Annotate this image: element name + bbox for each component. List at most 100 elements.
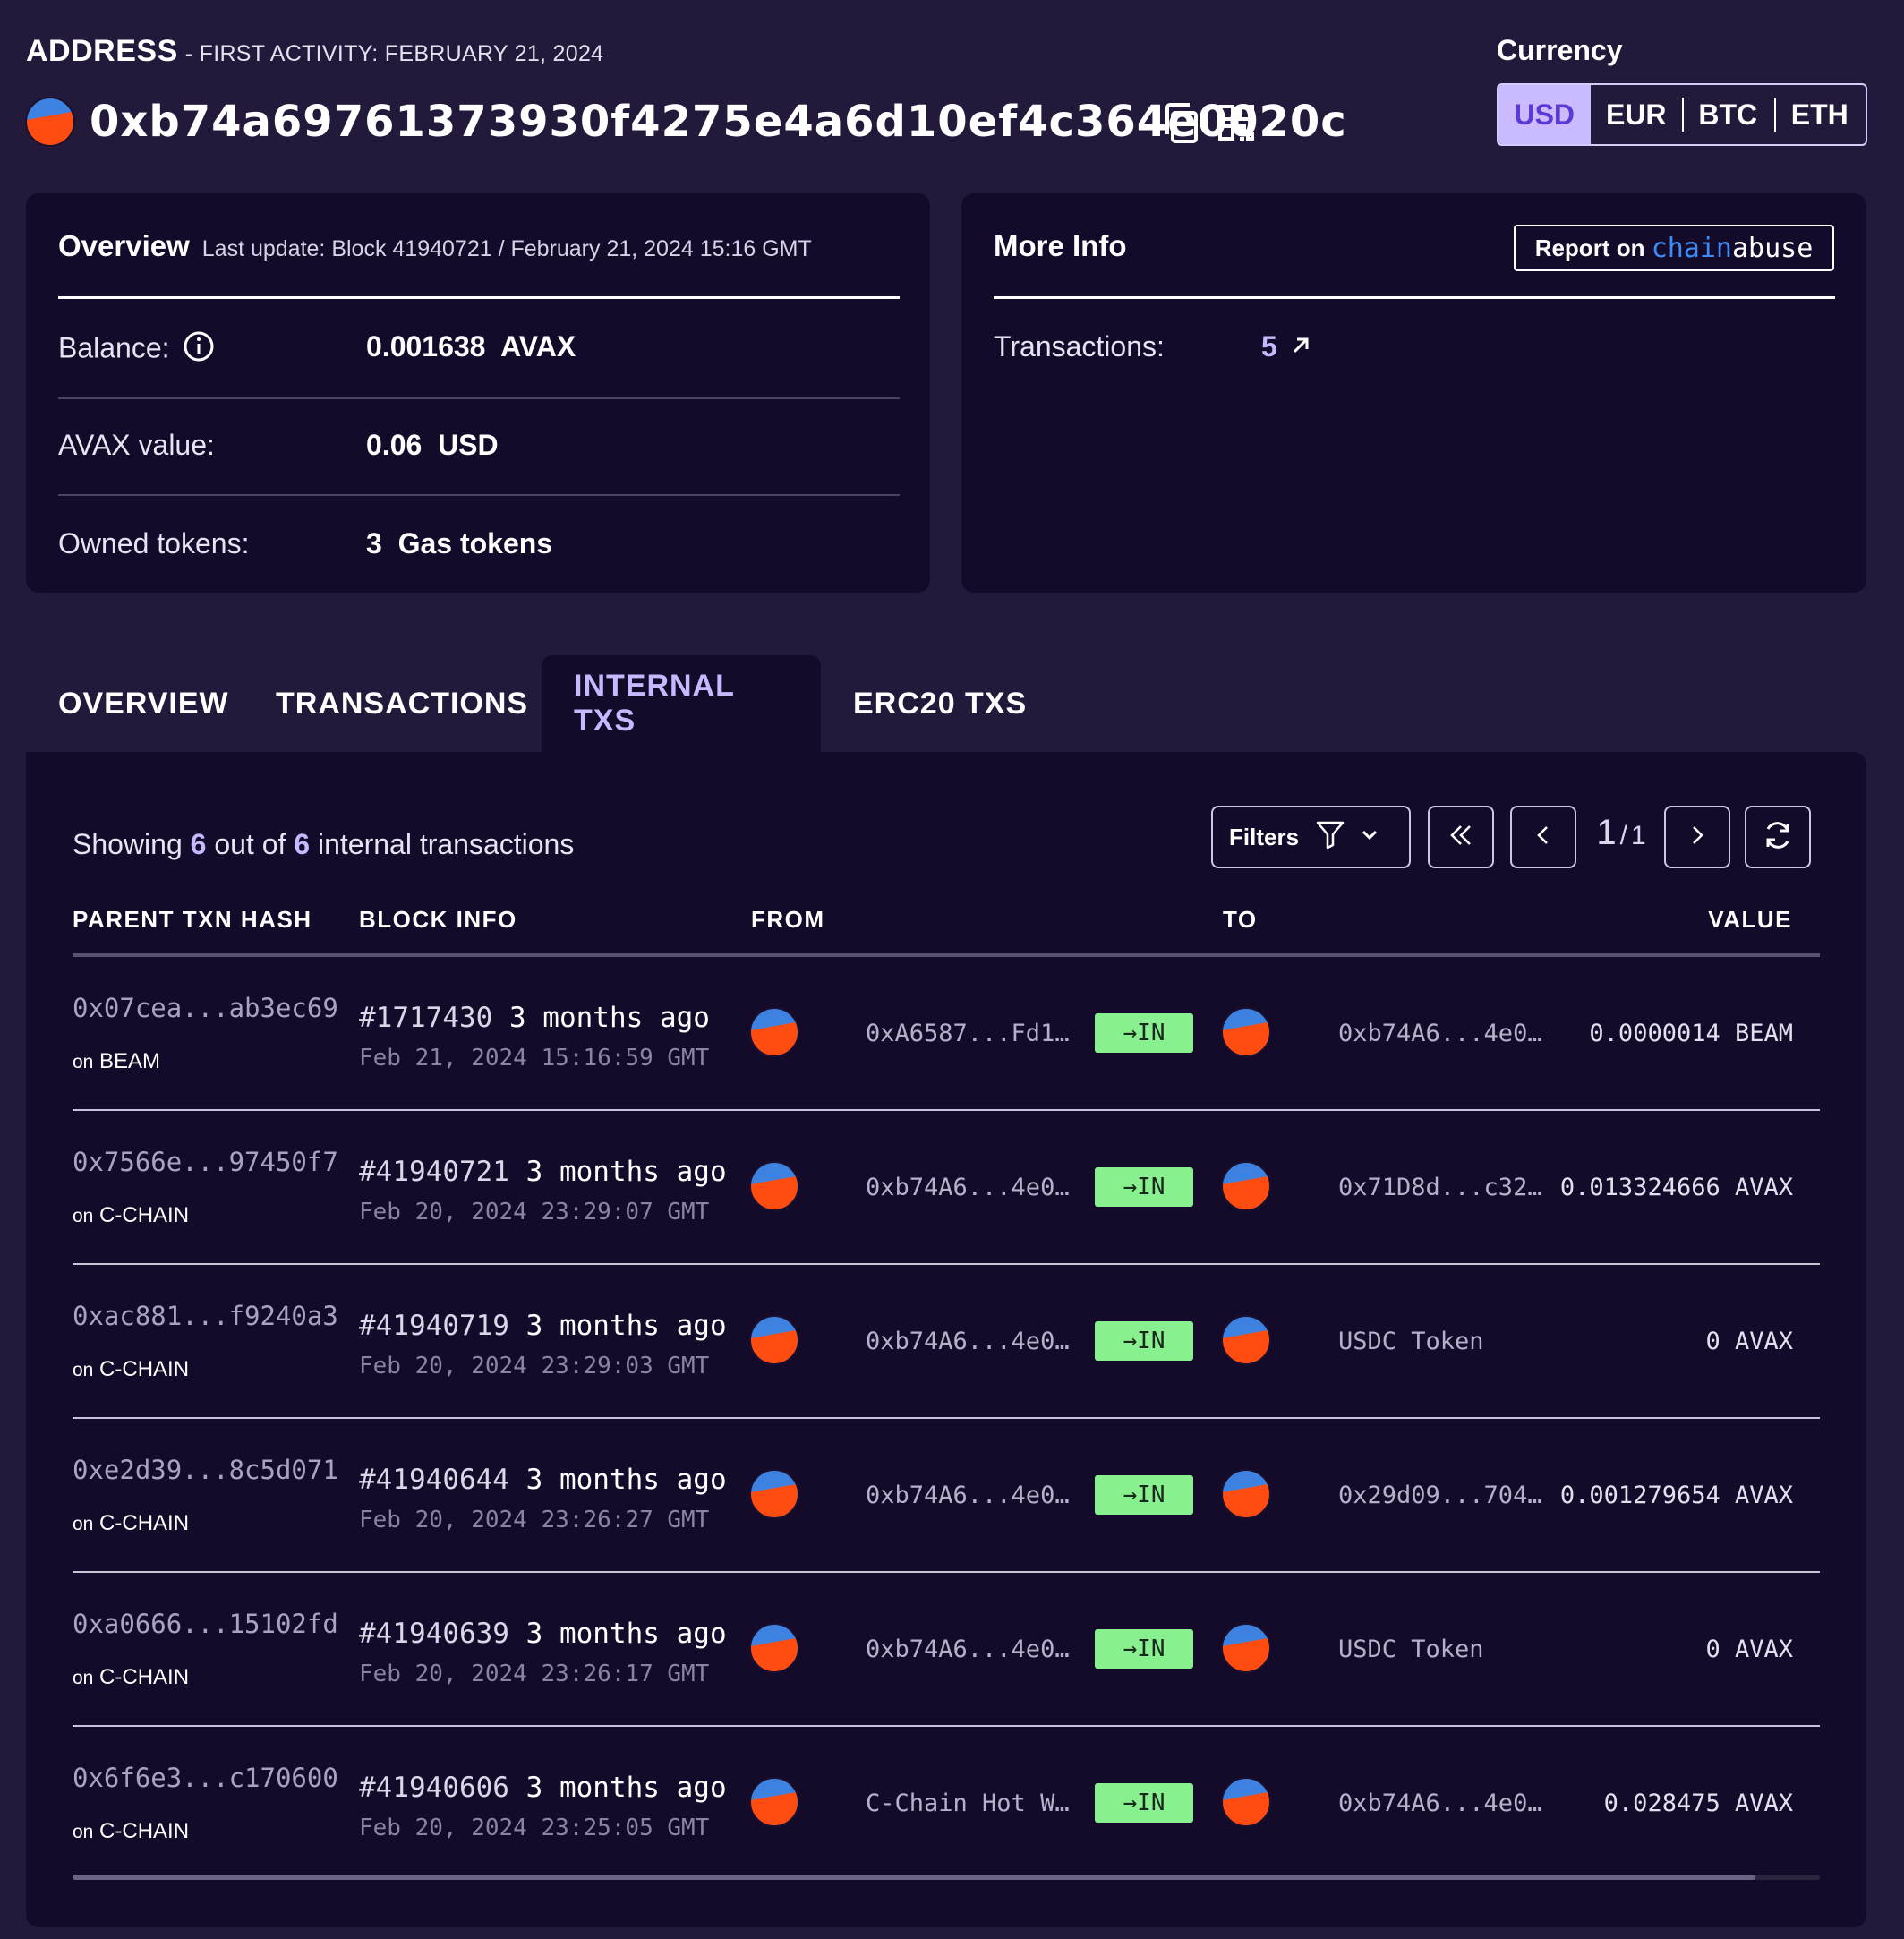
page-indicator: 1/1 bbox=[1589, 813, 1653, 853]
currency-eur-label: EUR bbox=[1605, 98, 1667, 131]
block-info: #41940639 3 months ago bbox=[359, 1618, 727, 1650]
filter-icon bbox=[1315, 819, 1345, 856]
currency-eur-button[interactable]: EUR bbox=[1591, 85, 1683, 144]
currency-selector: USD EUR BTC ETH bbox=[1497, 83, 1867, 146]
col-block-info: BLOCK INFO bbox=[359, 906, 517, 933]
to-address-link[interactable]: 0x71D8d...c32… bbox=[1338, 1174, 1542, 1201]
txn-value: 0 AVAX bbox=[1705, 1636, 1793, 1663]
block-age: 3 months ago bbox=[525, 1618, 727, 1650]
block-number-link[interactable]: #41940639 bbox=[359, 1618, 509, 1650]
to-address-link[interactable]: 0x29d09...704… bbox=[1338, 1482, 1542, 1509]
copy-icon[interactable] bbox=[1162, 102, 1201, 145]
page-current: 1 bbox=[1596, 813, 1617, 852]
chain-prefix: on bbox=[73, 1206, 94, 1226]
from-address-link[interactable]: 0xb74A6...4e0… bbox=[866, 1174, 1070, 1201]
next-page-button[interactable] bbox=[1664, 806, 1730, 868]
showing-suffix: internal transactions bbox=[317, 828, 575, 860]
chain-prefix: on bbox=[73, 1514, 94, 1534]
address-heading: ADDRESS - FIRST ACTIVITY: FEBRUARY 21, 20… bbox=[26, 34, 603, 69]
parent-txn-hash-link[interactable]: 0x7566e...97450f7 bbox=[73, 1147, 338, 1177]
report-prefix: Report on bbox=[1534, 234, 1645, 261]
transactions-link[interactable]: 5 bbox=[1261, 330, 1311, 363]
from-avatar bbox=[749, 1007, 799, 1057]
from-address-link[interactable]: 0xb74A6...4e0… bbox=[866, 1328, 1070, 1355]
overview-last-update: Last update: Block 41940721 / February 2… bbox=[201, 236, 812, 261]
to-address-link[interactable]: USDC Token bbox=[1338, 1328, 1484, 1355]
txn-value: 0.013324666 AVAX bbox=[1559, 1174, 1793, 1201]
parent-txn-hash-link[interactable]: 0xac881...f9240a3 bbox=[73, 1301, 338, 1331]
block-number-link[interactable]: #41940644 bbox=[359, 1464, 509, 1496]
from-avatar bbox=[749, 1623, 799, 1673]
col-parent-txn-hash: PARENT TXN HASH bbox=[73, 906, 312, 933]
direction-in-badge: →IN bbox=[1095, 1167, 1193, 1207]
to-address-link[interactable]: USDC Token bbox=[1338, 1636, 1484, 1663]
owned-tokens-text: Gas tokens bbox=[397, 527, 553, 559]
refresh-button[interactable] bbox=[1745, 806, 1811, 868]
block-age: 3 months ago bbox=[525, 1156, 727, 1188]
scrollbar-thumb[interactable] bbox=[73, 1875, 1755, 1880]
parent-txn-hash-link[interactable]: 0x6f6e3...c170600 bbox=[73, 1763, 338, 1793]
balance-value: 0.001638 AVAX bbox=[366, 330, 576, 363]
tab-transactions[interactable]: TRANSACTIONS bbox=[243, 655, 560, 752]
currency-eth-button[interactable]: ETH bbox=[1773, 85, 1866, 144]
block-number-link[interactable]: #41940606 bbox=[359, 1772, 509, 1804]
chain-label: on C-CHAIN bbox=[73, 1819, 189, 1844]
chain-name: BEAM bbox=[99, 1049, 161, 1073]
block-number-link[interactable]: #1717430 bbox=[359, 1002, 492, 1034]
balance-label-row: Balance: bbox=[58, 330, 215, 370]
parent-txn-hash-link[interactable]: 0x07cea...ab3ec69 bbox=[73, 993, 338, 1023]
info-icon[interactable] bbox=[183, 330, 215, 370]
avax-value: 0.06 USD bbox=[366, 429, 499, 461]
table-row: 0x6f6e3...c170600 on C-CHAIN #41940606 3… bbox=[73, 1727, 1820, 1881]
direction-in-badge: →IN bbox=[1095, 1013, 1193, 1053]
from-address-link[interactable]: 0xA6587...Fd1… bbox=[866, 1020, 1070, 1047]
tab-erc20-txs[interactable]: ERC20 TXS bbox=[821, 655, 1059, 752]
qr-code-icon[interactable] bbox=[1217, 104, 1255, 141]
block-info: #41940644 3 months ago bbox=[359, 1464, 727, 1496]
owned-tokens-link[interactable]: 3 Gas tokens bbox=[366, 527, 552, 560]
txn-value: 0 AVAX bbox=[1705, 1328, 1793, 1355]
to-avatar bbox=[1221, 1315, 1271, 1365]
block-date: Feb 20, 2024 23:29:03 GMT bbox=[359, 1353, 710, 1380]
horizontal-scrollbar[interactable] bbox=[73, 1875, 1820, 1880]
currency-btc-button[interactable]: BTC bbox=[1682, 85, 1774, 144]
double-chevron-left-icon bbox=[1447, 821, 1475, 854]
from-address-link[interactable]: C-Chain Hot W… bbox=[866, 1790, 1070, 1817]
tab-internal-txs[interactable]: INTERNAL TXS bbox=[542, 655, 821, 752]
currency-usd-button[interactable]: USD bbox=[1498, 85, 1591, 144]
overview-title: Overview bbox=[58, 229, 190, 262]
block-age: 3 months ago bbox=[525, 1310, 727, 1342]
to-address-link[interactable]: 0xb74A6...4e0… bbox=[1338, 1020, 1542, 1047]
filters-button[interactable]: Filters bbox=[1211, 806, 1411, 868]
more-info-divider bbox=[994, 296, 1835, 299]
from-address-link[interactable]: 0xb74A6...4e0… bbox=[866, 1636, 1070, 1663]
from-address-link[interactable]: 0xb74A6...4e0… bbox=[866, 1482, 1070, 1509]
report-chainabuse-button[interactable]: Report on chain abuse bbox=[1514, 225, 1834, 271]
more-info-title: More Info bbox=[994, 229, 1127, 262]
block-number-link[interactable]: #41940719 bbox=[359, 1310, 509, 1342]
transactions-label: Transactions: bbox=[994, 330, 1165, 363]
tab-overview[interactable]: OVERVIEW bbox=[26, 655, 261, 752]
col-value: VALUE bbox=[1708, 906, 1792, 933]
block-info: #41940719 3 months ago bbox=[359, 1310, 727, 1342]
chain-label: on C-CHAIN bbox=[73, 1203, 189, 1228]
currency-btc-label: BTC bbox=[1698, 98, 1758, 131]
page-total: 1 bbox=[1630, 821, 1646, 850]
prev-page-button[interactable] bbox=[1510, 806, 1576, 868]
first-activity: - FIRST ACTIVITY: FEBRUARY 21, 2024 bbox=[184, 41, 604, 66]
first-page-button[interactable] bbox=[1428, 806, 1494, 868]
showing-mid: out of bbox=[214, 828, 286, 860]
parent-txn-hash-link[interactable]: 0xe2d39...8c5d071 bbox=[73, 1455, 338, 1485]
parent-txn-hash-link[interactable]: 0xa0666...15102fd bbox=[73, 1609, 338, 1639]
to-address-link[interactable]: 0xb74A6...4e0… bbox=[1338, 1790, 1542, 1817]
to-avatar bbox=[1221, 1623, 1271, 1673]
address-label: ADDRESS bbox=[26, 34, 178, 68]
currency-divider bbox=[1773, 98, 1776, 132]
chain-name: C-CHAIN bbox=[99, 1203, 190, 1227]
txn-value: 0.001279654 AVAX bbox=[1559, 1482, 1793, 1509]
col-to: TO bbox=[1223, 906, 1258, 933]
chevron-down-icon bbox=[1360, 824, 1379, 851]
block-number-link[interactable]: #41940721 bbox=[359, 1156, 509, 1188]
direction-in-badge: →IN bbox=[1095, 1783, 1193, 1823]
chevron-left-icon bbox=[1531, 823, 1556, 852]
